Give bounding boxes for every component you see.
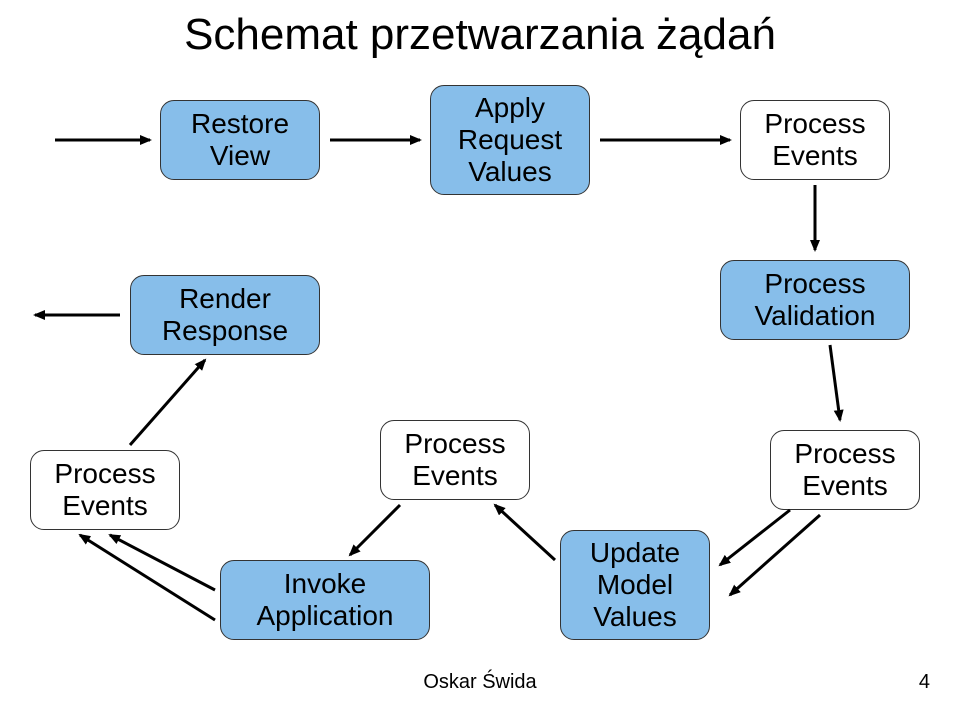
node-process-events-right: ProcessEvents xyxy=(770,430,920,510)
node-apply-request-values: ApplyRequestValues xyxy=(430,85,590,195)
node-process-validation: ProcessValidation xyxy=(720,260,910,340)
node-restore-view: RestoreView xyxy=(160,100,320,180)
node-process-events-mid: ProcessEvents xyxy=(380,420,530,500)
page-title: Schemat przetwarzania żądań xyxy=(184,10,776,60)
node-process-events-topright: ProcessEvents xyxy=(740,100,890,180)
node-render-response: RenderResponse xyxy=(130,275,320,355)
node-process-events-left: ProcessEvents xyxy=(30,450,180,530)
footer-author: Oskar Świda xyxy=(423,671,536,694)
node-invoke-application: InvokeApplication xyxy=(220,560,430,640)
node-update-model-values: UpdateModelValues xyxy=(560,530,710,640)
footer-page-number: 4 xyxy=(919,671,930,694)
